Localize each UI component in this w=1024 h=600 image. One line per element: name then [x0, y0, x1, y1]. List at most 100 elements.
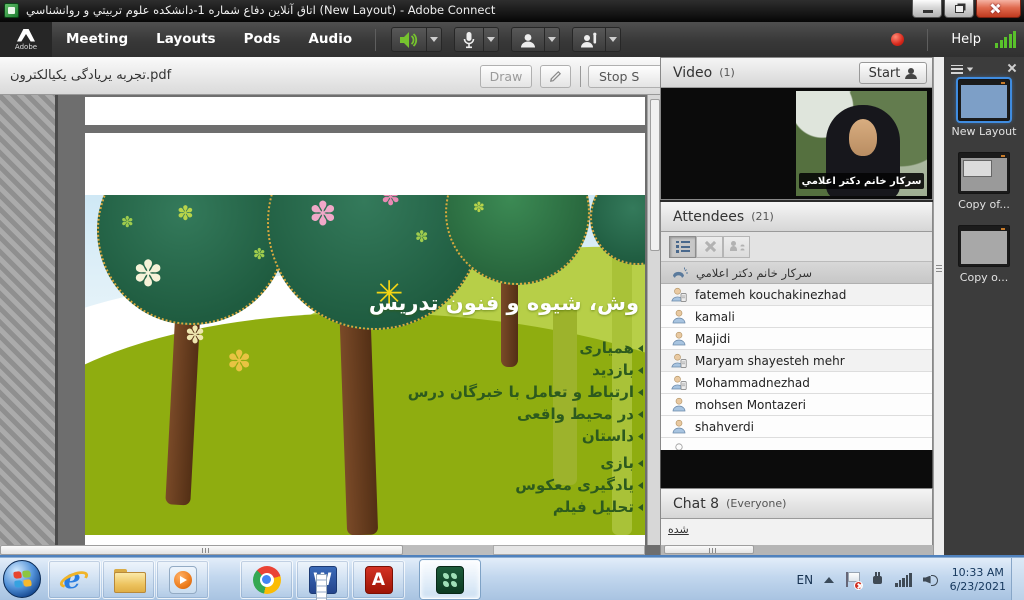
- help-menu[interactable]: Help: [951, 32, 981, 47]
- recording-indicator-icon[interactable]: [891, 33, 904, 46]
- taskbar-adobe-connect[interactable]: [420, 560, 480, 599]
- webcam-button[interactable]: [511, 27, 545, 52]
- taskbar-file-explorer[interactable]: [102, 560, 155, 599]
- chat-horizontal-scrollbar[interactable]: [660, 545, 933, 555]
- list-view-icon: [676, 241, 690, 253]
- pod-hatched-margin: [0, 95, 58, 545]
- slide-bullet: یادگیری معکوس: [408, 474, 643, 496]
- chrome-icon: [253, 566, 281, 594]
- scrollbar-thumb[interactable]: [664, 545, 754, 554]
- attendee-row[interactable]: mohsen Montazeri: [661, 394, 932, 416]
- layout-thumbnail-copy-1[interactable]: [958, 152, 1010, 194]
- window-title: اتاق آنلاين دفاع شماره 1-دانشكده علوم تر…: [26, 3, 495, 17]
- flower-icon: ✽: [473, 201, 485, 215]
- attendee-icon: [671, 397, 687, 412]
- attendee-row[interactable]: Majidi: [661, 328, 932, 350]
- raise-hand-button[interactable]: [572, 27, 606, 52]
- adobe-connect-icon: [436, 566, 464, 594]
- webcam-video-feed: سركار خانم دكتر اعلامي: [796, 91, 927, 196]
- menu-pods[interactable]: Pods: [230, 22, 295, 57]
- action-center-flag-icon[interactable]: [845, 572, 860, 588]
- video-pod-title: Video: [673, 65, 712, 81]
- adobe-a-icon: [17, 29, 35, 42]
- desktop: اتاق آنلاين دفاع شماره 1-دانشكده علوم تر…: [0, 0, 1024, 600]
- volume-icon[interactable]: [923, 573, 939, 587]
- attendee-row[interactable]: Maryam shayesteh mehr: [661, 350, 932, 372]
- slide-bullet: در محیط واقعی: [408, 403, 643, 425]
- restore-button[interactable]: [944, 0, 974, 18]
- taskbar-clock[interactable]: 10:33 AM 6/23/2021: [950, 566, 1006, 593]
- webcam-dropdown[interactable]: [545, 27, 560, 52]
- menu-layouts[interactable]: Layouts: [142, 22, 229, 57]
- attendee-icon: [671, 419, 687, 434]
- breakout-view-button[interactable]: [696, 236, 723, 258]
- attendees-pod: Attendees (21) سركار خانم دكتر اعلامي fa…: [660, 202, 933, 450]
- adobe-logo: Adobe: [0, 22, 52, 57]
- share-pod-content: ✽ ✽ ✽ ✽ ✽ ✽ ✽ ✽ ✽ ✽ ✳ وش، شیوه و فنون تد…: [0, 95, 660, 545]
- raise-hand-dropdown[interactable]: [606, 27, 621, 52]
- windows-logo-icon: [13, 570, 32, 588]
- attendee-list-view-button[interactable]: [669, 236, 696, 258]
- start-button[interactable]: [3, 560, 41, 598]
- layout-thumbnail-new-layout[interactable]: [958, 79, 1010, 121]
- attendee-row[interactable]: fatemeh kouchakinezhad: [661, 284, 932, 306]
- menu-audio[interactable]: Audio: [294, 22, 366, 57]
- show-desktop-button[interactable]: [1011, 558, 1024, 600]
- menu-bar: Adobe Meeting Layouts Pods Audio: [0, 22, 1024, 57]
- taskbar-word[interactable]: W: [296, 560, 349, 599]
- telephone-icon: [671, 266, 688, 280]
- connection-status-icon[interactable]: [995, 31, 1016, 48]
- attendee-name: Maryam shayesteh mehr: [695, 354, 845, 368]
- show-hidden-icons[interactable]: [824, 577, 834, 583]
- close-button[interactable]: [976, 0, 1021, 18]
- attendee-name: mohsen Montazeri: [695, 398, 806, 412]
- attendee-row-host[interactable]: سركار خانم دكتر اعلامي: [661, 262, 932, 284]
- language-indicator[interactable]: EN: [797, 573, 814, 587]
- speaker-dropdown[interactable]: [427, 27, 442, 52]
- attendee-name: fatemeh kouchakinezhad: [695, 288, 846, 302]
- menu-icon: [951, 65, 963, 74]
- start-webcam-button[interactable]: Start: [859, 62, 927, 84]
- attendee-row[interactable]: shahverdi: [661, 416, 932, 438]
- attendee-name: سركار خانم دكتر اعلامي: [696, 266, 812, 280]
- system-tray: EN 10:33 AM 6/23/2021: [797, 558, 1006, 600]
- draw-button[interactable]: Draw: [480, 65, 532, 88]
- microphone-dropdown[interactable]: [484, 27, 499, 52]
- microphone-icon: [462, 31, 476, 49]
- minimize-button[interactable]: [912, 0, 942, 18]
- scrollbar-thumb[interactable]: [0, 545, 403, 555]
- attendee-name: Majidi: [695, 332, 730, 346]
- slide-title: وش، شیوه و فنون تدریس: [369, 291, 639, 315]
- attendee-row[interactable]: Mohammadnezhad: [661, 372, 932, 394]
- taskbar-media-player[interactable]: [156, 560, 209, 599]
- taskbar-chrome[interactable]: [240, 560, 293, 599]
- pencil-tool-button[interactable]: [540, 65, 571, 88]
- stop-sharing-button[interactable]: Stop S: [588, 65, 660, 88]
- attendee-status-view-button[interactable]: [723, 236, 750, 258]
- taskbar-internet-explorer[interactable]: e: [48, 560, 101, 599]
- layout-preview: [961, 158, 1007, 191]
- speaker-face: [849, 119, 877, 156]
- clock-date: 6/23/2021: [950, 580, 1006, 594]
- taskbar-acrobat[interactable]: A: [352, 560, 405, 599]
- attendee-mobile-icon: [671, 375, 687, 390]
- word-icon: W: [309, 566, 337, 594]
- share-vertical-scrollbar[interactable]: [647, 95, 660, 545]
- network-signal-icon[interactable]: [895, 573, 912, 587]
- slide-illustration: ✽ ✽ ✽ ✽ ✽ ✽ ✽ ✽ ✽ ✽ ✳ وش، شیوه و فنون تد…: [85, 195, 645, 535]
- share-pod: تجربه یریادگی یکیالکترون.pdf Draw Stop S: [0, 57, 660, 555]
- attendee-row[interactable]: kamali: [661, 306, 932, 328]
- microphone-button[interactable]: [454, 27, 484, 52]
- slide-bullet: بازی: [408, 452, 643, 474]
- layout-thumbnail-copy-2[interactable]: [958, 225, 1010, 267]
- power-plug-icon[interactable]: [871, 572, 884, 587]
- chat-scope: (Everyone): [726, 497, 786, 510]
- layouts-close-icon[interactable]: [1006, 62, 1018, 74]
- flower-icon: ✽: [227, 347, 251, 376]
- attendee-name: kamali: [695, 310, 735, 324]
- speaker-button[interactable]: [391, 27, 427, 52]
- layouts-menu-button[interactable]: [951, 63, 975, 75]
- menu-meeting[interactable]: Meeting: [52, 22, 142, 57]
- share-scrollbar-track[interactable]: [493, 545, 645, 555]
- panel-resize-handle[interactable]: [933, 57, 944, 555]
